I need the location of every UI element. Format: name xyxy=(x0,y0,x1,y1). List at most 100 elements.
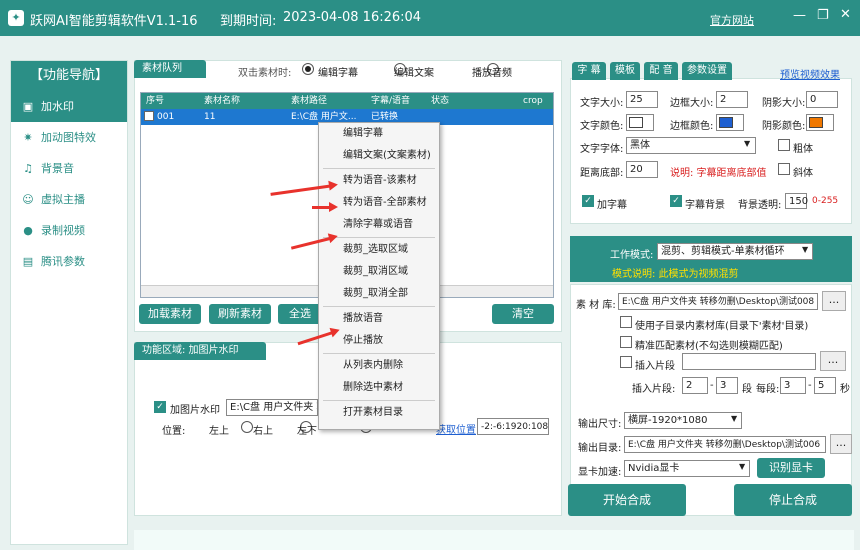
radio-label: 左下 xyxy=(297,426,317,437)
bottom-distance-input[interactable]: 20 xyxy=(626,161,658,178)
start-compose-button[interactable]: 开始合成 xyxy=(568,484,686,516)
menu-remove-from-list[interactable]: 从列表内删除 xyxy=(319,355,439,377)
col-header: 序号 xyxy=(146,96,165,106)
seg-max-input[interactable]: 5 xyxy=(814,377,836,394)
watermark-checkbox[interactable]: ✓ xyxy=(154,401,166,413)
col-header: 字幕/语音 xyxy=(371,96,411,106)
insert-clip-input[interactable] xyxy=(682,353,816,370)
border-color-label: 边框颜色: xyxy=(670,121,714,132)
sidebar-item-record[interactable]: ● 录制视频 xyxy=(11,215,127,246)
insert-clip-label: 插入片段 xyxy=(635,361,675,372)
gpu-select[interactable]: Nvidia显卡 xyxy=(624,460,750,477)
tab-queue[interactable]: 素材队列 xyxy=(134,60,206,78)
watermark-path-input[interactable]: E:\C盘 用户文件夹 转 xyxy=(226,399,318,416)
menu-edit-subtitle[interactable]: 编辑字幕 xyxy=(319,123,439,145)
border-size-label: 边框大小: xyxy=(670,98,714,109)
menu-divider xyxy=(323,237,435,238)
radio-label: 左上 xyxy=(209,426,229,437)
radio-edit-subtitle[interactable] xyxy=(302,63,314,75)
shadow-size-input[interactable]: 0 xyxy=(806,91,838,108)
sidebar-item-tencent[interactable]: ▤ 腾讯参数 xyxy=(11,246,127,277)
sidebar-item-watermark[interactable]: ▣ 加水印 xyxy=(11,91,127,122)
font-size-input[interactable]: 25 xyxy=(626,91,658,108)
insert-to-input[interactable]: 3 xyxy=(716,377,738,394)
menu-crop-select[interactable]: 裁剪_选取区域 xyxy=(319,239,439,261)
load-material-button[interactable]: 加载素材 xyxy=(139,304,201,324)
library-browse-button[interactable]: ... xyxy=(822,291,846,311)
tab-template[interactable]: 模板 xyxy=(610,62,640,80)
menu-divider xyxy=(323,400,435,401)
tab-subtitle[interactable]: 字 幕 xyxy=(572,62,606,80)
sidebar-item-virtual-anchor[interactable]: ☺ 虚拟主播 xyxy=(11,184,127,215)
italic-checkbox[interactable] xyxy=(778,163,790,175)
menu-delete-selected[interactable]: 删除选中素材 xyxy=(319,377,439,399)
shadow-color-picker[interactable] xyxy=(806,114,834,131)
output-dir-input[interactable]: E:\C盘 用户文件夹 转移勿删\Desktop\测试006 xyxy=(624,436,826,453)
official-site-link[interactable]: 官方网站 xyxy=(710,12,754,28)
chevron-down-icon: ▼ xyxy=(744,139,751,148)
precise-match-label: 精准匹配素材(不勾选则模糊匹配) xyxy=(635,341,783,352)
insert-browse-button[interactable]: ... xyxy=(820,351,846,371)
subdir-checkbox[interactable] xyxy=(620,316,632,328)
tab-params[interactable]: 参数设置 xyxy=(682,62,732,80)
tab-dubbing[interactable]: 配 音 xyxy=(644,62,678,80)
every-segment-label: 每段: xyxy=(756,384,780,395)
font-select[interactable]: 黑体 xyxy=(626,137,756,154)
preview-link[interactable]: 预览视频效果 xyxy=(780,66,840,81)
detect-gpu-button[interactable]: 识别显卡 xyxy=(757,458,825,478)
work-mode-select[interactable]: 混剪、剪辑模式-单素材循环 xyxy=(657,243,813,260)
table-header: 序号 素材名称 素材路径 字幕/语音 状态 crop xyxy=(141,93,553,109)
pick-position-link[interactable]: 获取位置 xyxy=(436,421,476,436)
select-all-button[interactable]: 全选 xyxy=(278,304,322,324)
menu-edit-copy[interactable]: 编辑文案(文案素材) xyxy=(319,145,439,167)
border-color-picker[interactable] xyxy=(716,114,744,131)
watermark-label: 加图片水印 xyxy=(170,405,220,416)
expire-label: 到期时间: xyxy=(220,14,277,29)
sidebar-item-label: 腾讯参数 xyxy=(41,255,85,268)
precise-match-checkbox[interactable] xyxy=(620,336,632,348)
radio-top-left[interactable] xyxy=(240,421,253,433)
close-icon[interactable]: ✕ xyxy=(840,7,851,22)
insert-clip-checkbox[interactable] xyxy=(620,356,632,368)
subtitle-bg-checkbox[interactable]: ✓ xyxy=(670,195,682,207)
font-size-label: 文字大小: xyxy=(580,98,624,109)
tab-function[interactable]: 功能区域: 加图片水印 xyxy=(134,342,266,360)
text-color-picker[interactable] xyxy=(626,114,654,131)
output-size-select[interactable]: 横屏-1920*1080 xyxy=(624,412,742,429)
menu-crop-cancel[interactable]: 裁剪_取消区域 xyxy=(319,261,439,283)
mode-description: 模式说明: 此模式为视频混剪 xyxy=(612,269,739,280)
insert-from-input[interactable]: 2 xyxy=(682,377,708,394)
bottom-distance-label: 距离底部: xyxy=(580,168,624,179)
subtitle-bg-label: 字幕背景 xyxy=(685,200,725,211)
row-checkbox[interactable] xyxy=(144,111,154,121)
radio-label: 编辑文案 xyxy=(394,68,434,79)
shadow-color-label: 阴影颜色: xyxy=(762,121,806,132)
menu-crop-cancel-all[interactable]: 裁剪_取消全部 xyxy=(319,283,439,305)
border-size-input[interactable]: 2 xyxy=(716,91,748,108)
library-path-input[interactable]: E:\C盘 用户文件夹 转移勿删\Desktop\测试008 xyxy=(618,293,818,310)
clear-button[interactable]: 清空 xyxy=(492,304,554,324)
maximize-icon[interactable]: ❐ xyxy=(817,8,829,23)
sidebar-item-label: 录制视频 xyxy=(41,224,85,237)
sidebar-item-label: 背景音 xyxy=(41,162,74,175)
context-menu: 编辑字幕 编辑文案(文案素材) 转为语音-该素材 转为语音-全部素材 清除字幕或… xyxy=(318,122,440,430)
menu-divider xyxy=(323,306,435,307)
radio-label: 编辑字幕 xyxy=(318,68,358,79)
bg-alpha-input[interactable]: 150 xyxy=(785,193,808,209)
seg-min-input[interactable]: 3 xyxy=(780,377,806,394)
sidebar-header: 【功能导航】 xyxy=(11,61,127,91)
sidebar-item-bgm[interactable]: ♫ 背景音 xyxy=(11,153,127,184)
bg-alpha-range: 0-255 xyxy=(812,196,839,206)
add-subtitle-checkbox[interactable]: ✓ xyxy=(582,195,594,207)
minimize-icon[interactable]: — xyxy=(793,8,806,23)
sidebar-item-gif-effect[interactable]: ✷ 加动图特效 xyxy=(11,122,127,153)
refresh-material-button[interactable]: 刷新素材 xyxy=(209,304,271,324)
coords-input[interactable]: -2:-6:1920:1080 xyxy=(477,418,549,435)
col-header: crop xyxy=(523,96,543,106)
position-label: 位置: xyxy=(162,426,186,437)
record-icon: ● xyxy=(23,224,33,237)
bold-checkbox[interactable] xyxy=(778,139,790,151)
stop-compose-button[interactable]: 停止合成 xyxy=(734,484,852,516)
output-browse-button[interactable]: ... xyxy=(830,434,852,454)
menu-open-folder[interactable]: 打开素材目录 xyxy=(319,402,439,424)
